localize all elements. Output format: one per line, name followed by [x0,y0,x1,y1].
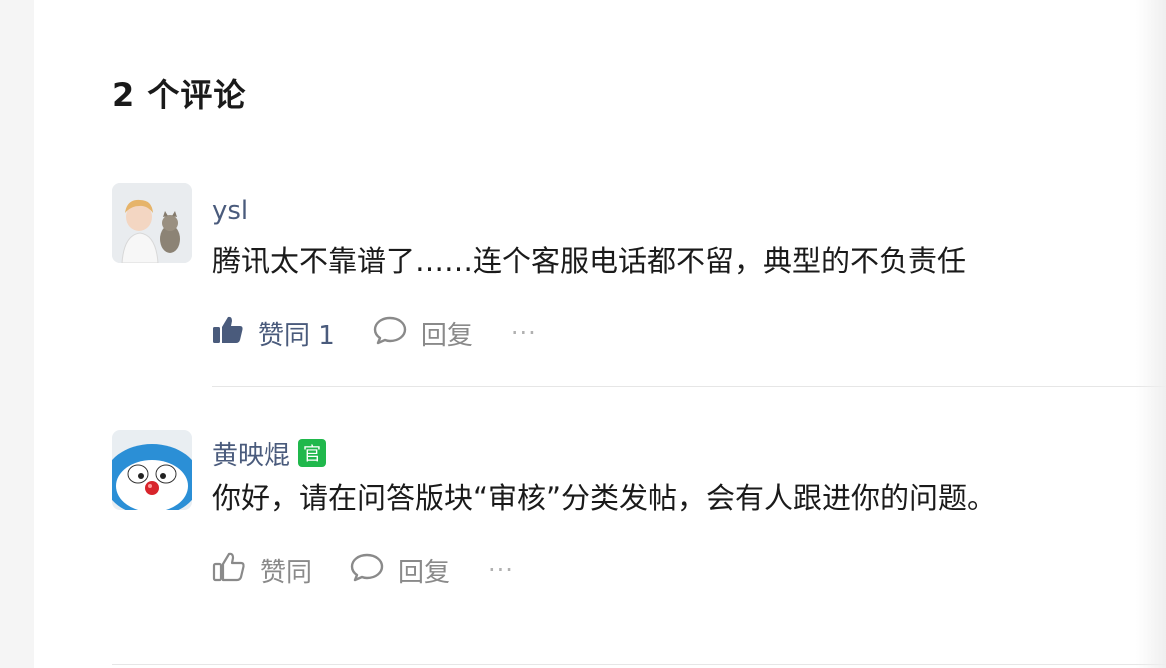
avatar[interactable] [112,430,192,510]
comment-count-title: 2 个评论 [112,76,247,114]
ellipsis-icon: ··· [510,319,537,347]
comment-text: 腾讯太不靠谱了……连个客服电话都不留，典型的不负责任 [212,244,967,278]
bottom-divider [112,664,1166,665]
speech-bubble-icon [350,552,398,589]
comment-actions: 赞同 1 回复 ··· [212,313,1166,353]
author-row: ysl [212,183,1166,239]
avatar[interactable] [112,183,192,263]
more-options-button[interactable]: ··· [488,556,514,584]
reply-button[interactable]: 回复 [350,552,450,589]
like-label: 赞同 1 [258,320,335,351]
scroll-edge-shade [1136,0,1166,668]
author-name[interactable]: ysl [212,196,248,226]
reply-button[interactable]: 回复 [373,315,473,352]
comment-divider [212,386,1166,387]
thumbs-up-filled-icon [212,315,258,352]
comment-actions: 赞同 回复 ··· [212,550,1166,590]
like-button[interactable]: 赞同 1 [212,315,335,352]
reply-label: 回复 [398,557,451,588]
comment-text: 你好，请在问答版块“审核”分类发帖，会有人跟进你的问题。 [212,481,997,515]
author-row: 黄映焜 官 [212,430,1166,476]
like-button[interactable]: 赞同 [212,551,312,590]
more-options-button[interactable]: ··· [511,319,537,347]
ellipsis-icon: ··· [488,556,514,584]
like-label: 赞同 [260,557,313,588]
author-name[interactable]: 黄映焜 [212,435,290,472]
thumbs-up-outline-icon [212,551,260,590]
official-badge: 官 [298,439,327,467]
comment-body: 黄映焜 官 你好，请在问答版块“审核”分类发帖，会有人跟进你的问题。 赞同 回复… [212,430,1166,590]
speech-bubble-icon [373,315,421,352]
reply-label: 回复 [420,320,473,351]
comments-panel: 2 个评论 ysl 腾讯太不靠谱了……连个客服电话都不留，典型的不负责任 赞同 … [34,0,1166,668]
comment-body: ysl 腾讯太不靠谱了……连个客服电话都不留，典型的不负责任 赞同 1 回复 ·… [212,183,1166,353]
